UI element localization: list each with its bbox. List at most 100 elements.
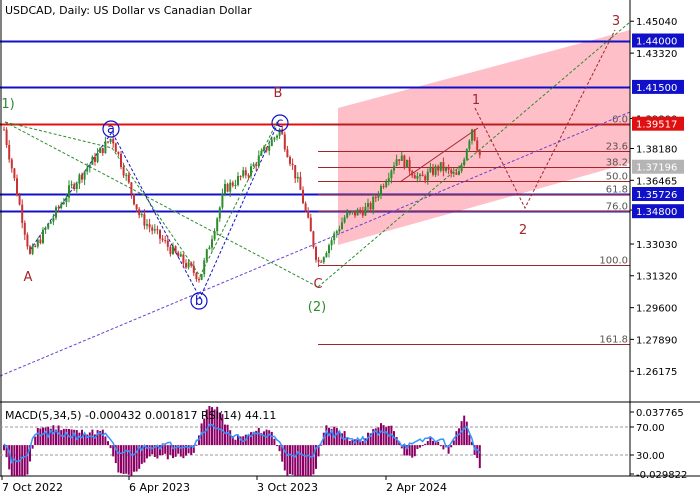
macd-bar bbox=[39, 428, 42, 446]
macd-bar bbox=[270, 431, 273, 446]
candle-body bbox=[8, 145, 11, 160]
candle-body bbox=[146, 224, 148, 226]
candle-body bbox=[208, 247, 211, 250]
candle-body bbox=[442, 162, 445, 171]
candle-body bbox=[47, 223, 50, 229]
macd-bar bbox=[458, 428, 460, 446]
candle-body bbox=[354, 211, 356, 216]
macd-bar bbox=[294, 445, 297, 476]
candle-body bbox=[130, 182, 133, 194]
candle-body bbox=[460, 165, 463, 172]
candle-body bbox=[114, 143, 117, 152]
indicator-tick-label: 0.037765 bbox=[636, 408, 684, 419]
fib-label: 50.0 bbox=[606, 172, 628, 183]
candle-body bbox=[169, 246, 172, 254]
macd-bar bbox=[104, 436, 107, 446]
candle-body bbox=[458, 171, 460, 175]
usdcad-chart: 0.023.638.250.061.876.0100.0161.8 1)AabB… bbox=[0, 0, 700, 500]
macd-bar bbox=[439, 445, 442, 447]
macd-bar bbox=[257, 427, 260, 446]
candle-body bbox=[343, 217, 346, 223]
macd-bar bbox=[291, 445, 294, 475]
candle-body bbox=[468, 140, 471, 150]
candle-body bbox=[307, 210, 310, 218]
macd-bar bbox=[432, 440, 434, 446]
macd-bar bbox=[465, 421, 468, 446]
candle-body bbox=[385, 181, 388, 187]
candle-body bbox=[29, 246, 31, 254]
candle-body bbox=[94, 156, 96, 162]
candle-body bbox=[322, 257, 325, 263]
macd-bar bbox=[268, 430, 271, 446]
candle-body bbox=[260, 150, 263, 156]
time-tick-label: 6 Apr 2023 bbox=[129, 481, 190, 494]
candle-body bbox=[250, 166, 252, 176]
candle-body bbox=[302, 189, 304, 204]
candle-body bbox=[122, 166, 125, 176]
candle-body bbox=[408, 159, 411, 172]
candle-body bbox=[294, 165, 297, 179]
macd-bar bbox=[312, 445, 315, 475]
candle-body bbox=[107, 141, 109, 143]
chart-window: 0.0 23.6 38.2 50.0 61.8 76.0 100.0 161.8 1) Aa b B… bbox=[0, 0, 700, 500]
candle-body bbox=[112, 138, 115, 144]
macd-bar bbox=[299, 445, 302, 476]
macd-bar bbox=[421, 445, 424, 447]
candle-body bbox=[434, 166, 437, 175]
macd-bar bbox=[164, 445, 167, 454]
fib-label: 100.0 bbox=[599, 256, 628, 267]
candle-body bbox=[325, 253, 328, 258]
candle-body bbox=[374, 197, 377, 199]
candle-body bbox=[465, 149, 468, 160]
candle-body bbox=[16, 178, 18, 196]
candle-body bbox=[380, 186, 382, 196]
candle-body bbox=[296, 176, 299, 179]
macd-bar bbox=[34, 436, 37, 446]
candle-body bbox=[312, 231, 315, 248]
macd-bar bbox=[309, 445, 312, 476]
wave-label: 1 bbox=[472, 93, 480, 108]
candle-body bbox=[419, 174, 421, 177]
macd-bar bbox=[31, 445, 34, 449]
fib-label: 38.2 bbox=[606, 158, 628, 169]
candle-body bbox=[328, 245, 330, 254]
indicator-tick-label: -0.029822 bbox=[636, 470, 687, 481]
price-tick-label: 1.36465 bbox=[636, 176, 677, 187]
price-label-text: 1.35726 bbox=[636, 190, 677, 201]
wave-label: b bbox=[195, 294, 203, 309]
candle-body bbox=[330, 240, 333, 246]
candle-body bbox=[86, 168, 89, 172]
candle-body bbox=[26, 234, 29, 247]
candle-body bbox=[60, 204, 63, 209]
candle-body bbox=[190, 262, 193, 266]
candle-body bbox=[164, 240, 167, 242]
wave-label: 3 bbox=[612, 14, 620, 29]
candle-body bbox=[174, 246, 177, 253]
candle-body bbox=[348, 212, 351, 214]
macd-bar bbox=[263, 431, 265, 446]
candle-body bbox=[213, 231, 216, 240]
macd-bar bbox=[44, 427, 47, 446]
candle-body bbox=[36, 239, 39, 247]
candle-body bbox=[447, 167, 450, 170]
candle-body bbox=[185, 263, 187, 268]
candle-body bbox=[135, 204, 138, 210]
macd-bar bbox=[226, 424, 229, 446]
candle-body bbox=[406, 159, 408, 168]
candle-body bbox=[473, 129, 476, 141]
macd-bar bbox=[416, 445, 419, 449]
candle-body bbox=[335, 231, 338, 234]
candle-body bbox=[452, 172, 455, 174]
candle-body bbox=[237, 176, 239, 185]
candle-body bbox=[286, 149, 289, 158]
price-tick-label: 1.38180 bbox=[636, 144, 677, 155]
macd-bar bbox=[289, 445, 291, 475]
time-tick-label: 7 Oct 2022 bbox=[2, 481, 63, 494]
candle-body bbox=[18, 195, 21, 205]
price-label-text: 1.41500 bbox=[636, 83, 677, 94]
candle-body bbox=[400, 155, 403, 161]
price-tick-label: 1.27890 bbox=[636, 335, 677, 346]
candle-body bbox=[203, 260, 206, 275]
macd-bar bbox=[26, 445, 29, 475]
candle-body bbox=[138, 209, 141, 216]
